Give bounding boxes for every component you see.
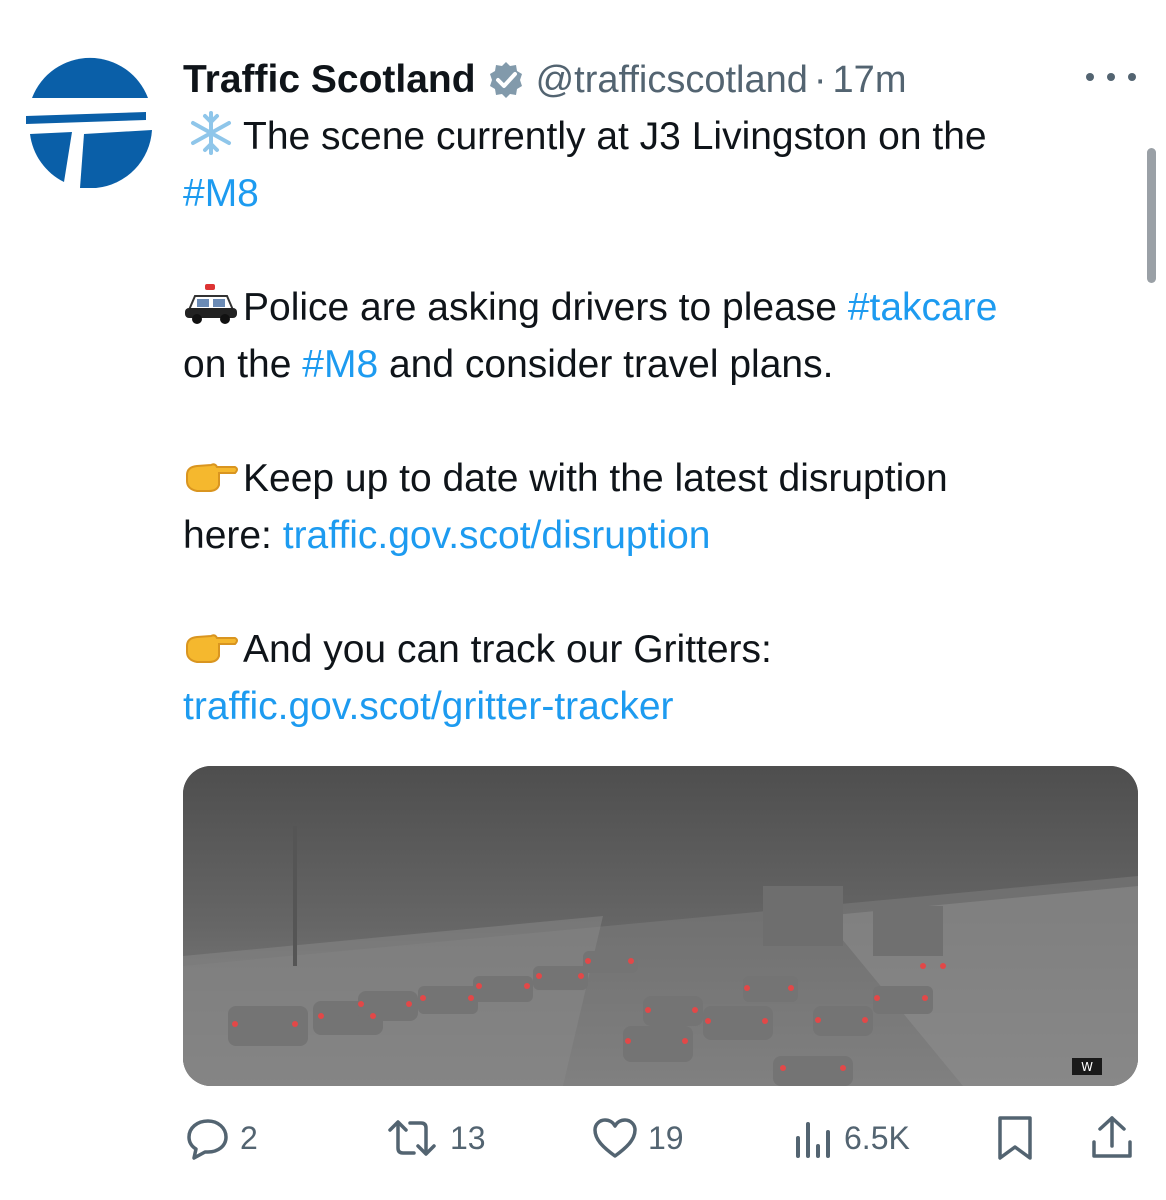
more-dot xyxy=(1107,73,1115,81)
retweet-button[interactable]: 13 xyxy=(384,1110,486,1166)
gritter-tracker-link[interactable]: traffic.gov.scot/gritter-tracker xyxy=(183,685,674,728)
tweet-line: here: xyxy=(183,514,283,557)
retweet-icon xyxy=(388,1120,436,1156)
tweet-media-image[interactable]: W xyxy=(183,766,1138,1086)
traffic-scotland-logo-icon xyxy=(24,56,156,188)
verified-badge-icon xyxy=(489,62,522,98)
traffic-camera-photo: W xyxy=(183,766,1138,1086)
camera-watermark: W xyxy=(1081,1060,1093,1074)
author-name[interactable]: Traffic Scotland xyxy=(183,58,476,102)
share-button[interactable] xyxy=(1090,1110,1134,1166)
hashtag-m8-link[interactable]: #M8 xyxy=(183,172,259,215)
like-button[interactable]: 19 xyxy=(592,1110,684,1166)
police-car-icon xyxy=(185,284,237,324)
disruption-link[interactable]: traffic.gov.scot/disruption xyxy=(283,514,711,557)
scrollbar-thumb[interactable] xyxy=(1147,148,1156,283)
views-button[interactable]: 6.5K xyxy=(794,1110,910,1166)
reply-icon xyxy=(187,1119,228,1160)
more-options-button[interactable] xyxy=(1086,62,1136,92)
pointing-hand-icon xyxy=(186,634,238,663)
bookmark-button[interactable] xyxy=(996,1110,1034,1166)
reply-count: 2 xyxy=(240,1119,258,1156)
author-handle[interactable]: @trafficscotland xyxy=(536,59,808,102)
pointing-hand-icon xyxy=(186,463,238,492)
more-dot xyxy=(1086,73,1094,81)
tweet-header: Traffic Scotland @trafficscotland · 17m xyxy=(183,52,906,108)
share-icon xyxy=(1092,1116,1132,1158)
hashtag-m8-link[interactable]: #M8 xyxy=(302,343,378,386)
view-count: 6.5K xyxy=(844,1119,910,1156)
author-avatar[interactable] xyxy=(22,54,158,190)
tweet-timestamp[interactable]: 17m xyxy=(833,59,907,102)
tweet-line: and consider travel plans. xyxy=(378,343,834,386)
tweet-line: Keep up to date with the latest disrupti… xyxy=(243,457,948,500)
bookmark-icon xyxy=(998,1116,1032,1160)
views-chart-icon xyxy=(796,1122,830,1158)
retweet-count: 13 xyxy=(450,1119,486,1156)
tweet[interactable]: Traffic Scotland @trafficscotland · 17m xyxy=(0,0,1166,1200)
tweet-line: Police are asking drivers to please xyxy=(243,286,848,329)
tweet-text: The scene currently at J3 Livingston on … xyxy=(183,108,1133,735)
reply-button[interactable]: 2 xyxy=(186,1110,258,1166)
separator-dot: · xyxy=(813,58,827,101)
like-count: 19 xyxy=(648,1119,684,1156)
tweet-actions-bar: 2 13 19 6.5K xyxy=(0,1110,1166,1170)
tweet-line: The scene currently at J3 Livingston on … xyxy=(243,115,987,158)
snowflake-icon xyxy=(191,111,231,155)
more-dot xyxy=(1128,73,1136,81)
tweet-line: on the xyxy=(183,343,303,386)
heart-icon xyxy=(593,1118,637,1158)
tweet-line: And you can track our Gritters: xyxy=(243,628,772,671)
hashtag-takcare-link[interactable]: #takcare xyxy=(848,286,998,329)
